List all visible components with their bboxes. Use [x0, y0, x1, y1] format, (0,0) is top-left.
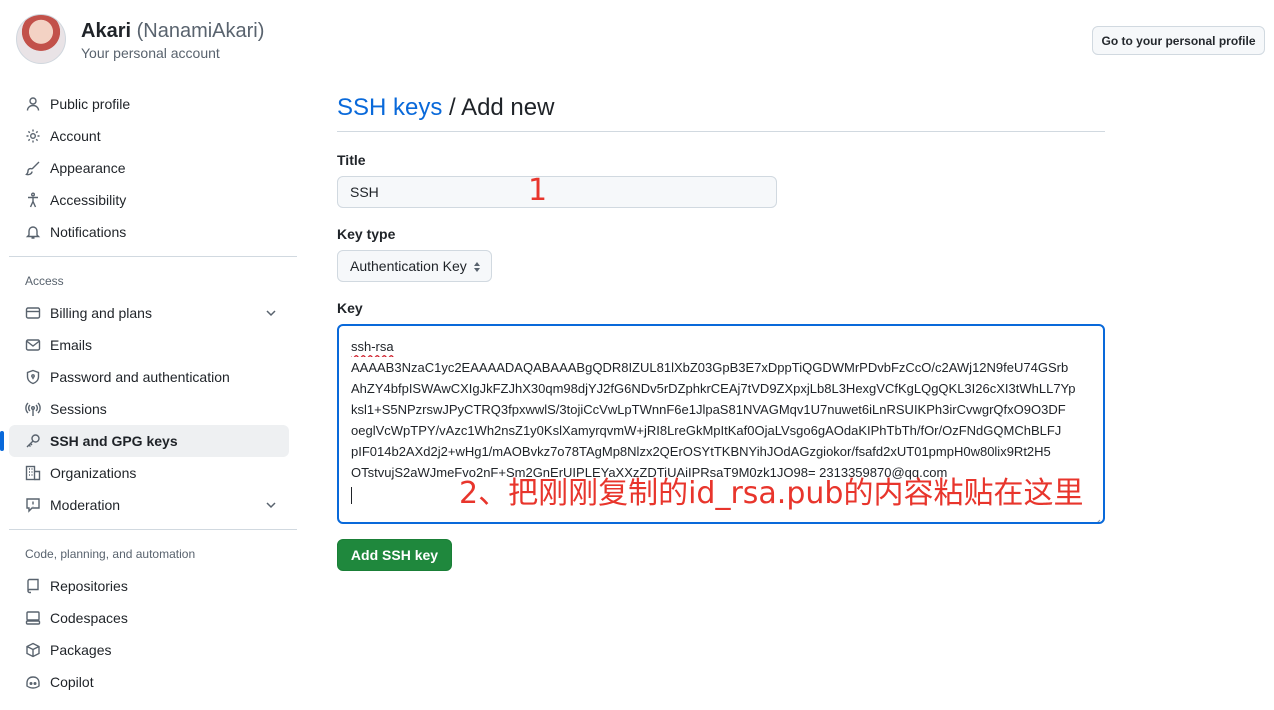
sidebar-item-notifications[interactable]: Notifications	[9, 216, 289, 248]
organization-icon	[25, 465, 41, 481]
sidebar-item-sessions[interactable]: Sessions	[9, 393, 289, 425]
key-line: AhZY4bfpISWAwCXIgJkFZJhX30qm98djYJ2fG6ND…	[351, 381, 1076, 396]
sidebar-item-copilot[interactable]: Copilot	[9, 666, 289, 698]
key-label: Key	[337, 300, 363, 316]
go-to-profile-button[interactable]: Go to your personal profile	[1092, 26, 1265, 55]
shield-lock-icon	[25, 369, 41, 385]
key-line: pIF014b2AXd2j2+wHg1/mAOBvkz7o78TAgMp8Nlz…	[351, 444, 1051, 459]
sidebar-item-organizations[interactable]: Organizations	[9, 457, 289, 489]
sidebar-item-accessibility[interactable]: Accessibility	[9, 184, 289, 216]
sidebar-item-public-profile[interactable]: Public profile	[9, 88, 289, 120]
title-divider	[337, 131, 1105, 132]
copilot-icon	[25, 674, 41, 690]
package-icon	[25, 642, 41, 658]
sidebar-item-label: Notifications	[50, 224, 127, 240]
key-line: oeglVcWpTPY/vAzc1Wh2nsZ1y0KslXamyrqvmW+j…	[351, 423, 1062, 438]
accessibility-icon	[25, 192, 41, 208]
resize-handle-icon[interactable]	[1093, 512, 1101, 522]
add-ssh-key-form: SSH keys / Add new Title SSH 1 Key type …	[337, 90, 1105, 571]
sidebar-item-label: Accessibility	[50, 192, 127, 208]
sidebar-divider	[9, 529, 297, 530]
sidebar-item-label: Password and authentication	[50, 369, 230, 385]
sidebar-item-label: Appearance	[50, 160, 126, 176]
key-line: ssh-rsa	[351, 339, 394, 354]
key-line: ksl1+S5NPzrswJPyCTRQ3fpxwwlS/3tojiCcVwLp…	[351, 402, 1066, 417]
avatar[interactable]	[16, 14, 66, 64]
gear-icon	[25, 128, 41, 144]
breadcrumb-separator: /	[442, 94, 462, 121]
paintbrush-icon	[25, 160, 41, 176]
broadcast-icon	[25, 401, 41, 417]
sidebar-section-access: Access	[25, 274, 64, 288]
sidebar-item-label: Account	[50, 128, 101, 144]
sidebar-item-label: Sessions	[50, 401, 107, 417]
sidebar-item-password-auth[interactable]: Password and authentication	[9, 361, 289, 393]
sidebar-divider	[9, 256, 297, 257]
sidebar-item-label: Copilot	[50, 674, 94, 690]
add-ssh-key-button[interactable]: Add SSH key	[337, 539, 452, 571]
annotation-step-2: 2、把刚刚复制的id_rsa.pub的内容粘贴在这里	[459, 476, 1084, 511]
sidebar-item-packages[interactable]: Packages	[9, 634, 289, 666]
sidebar-item-account[interactable]: Account	[9, 120, 289, 152]
sidebar-item-label: Billing and plans	[50, 305, 152, 321]
sidebar-item-label: Repositories	[50, 578, 128, 594]
breadcrumb-current: Add new	[461, 94, 555, 121]
key-line: AAAAB3NzaC1yc2EAAAADAQABAAABgQDR8IZUL81l…	[351, 360, 1069, 375]
key-icon	[25, 433, 41, 449]
person-icon	[25, 96, 41, 112]
key-type-select[interactable]: Authentication Key	[337, 250, 492, 282]
annotation-step-1: 1	[528, 173, 548, 208]
sidebar-item-moderation[interactable]: Moderation	[9, 489, 289, 521]
title-input[interactable]: SSH	[337, 176, 777, 208]
chevron-down-icon[interactable]	[263, 497, 279, 513]
repo-icon	[25, 578, 41, 594]
sidebar-item-label: SSH and GPG keys	[50, 433, 178, 449]
page-title: SSH keys / Add new	[337, 90, 1105, 126]
bell-icon	[25, 224, 41, 240]
credit-card-icon	[25, 305, 41, 321]
display-name: Akari	[81, 20, 132, 42]
account-subtitle: Your personal account	[81, 45, 220, 61]
key-type-label: Key type	[337, 226, 396, 242]
sidebar-item-ssh-gpg-keys[interactable]: SSH and GPG keys	[0, 425, 289, 457]
sidebar-item-label: Packages	[50, 642, 112, 658]
sidebar-item-label: Codespaces	[50, 610, 128, 626]
ssh-keys-link[interactable]: SSH keys	[337, 94, 442, 121]
title-label: Title	[337, 152, 366, 168]
sidebar-item-label: Public profile	[50, 96, 131, 112]
username: (NanamiAkari)	[136, 20, 265, 42]
key-textarea[interactable]: ssh-rsa AAAAB3NzaC1yc2EAAAADAQABAAABgQDR…	[337, 324, 1105, 524]
sidebar-item-emails[interactable]: Emails	[9, 329, 289, 361]
sidebar-item-label: Moderation	[50, 497, 121, 513]
sidebar-item-label: Organizations	[50, 465, 137, 481]
sidebar-item-codespaces[interactable]: Codespaces	[9, 602, 289, 634]
report-icon	[25, 497, 41, 513]
account-header: Akari (NanamiAkari) Your personal accoun…	[16, 14, 1266, 66]
mail-icon	[25, 337, 41, 353]
sidebar-item-appearance[interactable]: Appearance	[9, 152, 289, 184]
account-name: Akari (NanamiAkari)	[81, 20, 264, 43]
codespaces-icon	[25, 610, 41, 626]
key-type-value: Authentication Key	[350, 258, 467, 274]
settings-sidebar: Public profile Account Appearance Access…	[0, 88, 298, 698]
chevron-down-icon[interactable]	[263, 305, 279, 321]
sidebar-section-code: Code, planning, and automation	[25, 547, 196, 561]
sidebar-item-billing[interactable]: Billing and plans	[9, 297, 289, 329]
sidebar-item-label: Emails	[50, 337, 93, 353]
sidebar-item-repositories[interactable]: Repositories	[9, 570, 289, 602]
select-arrows-icon	[471, 259, 483, 275]
